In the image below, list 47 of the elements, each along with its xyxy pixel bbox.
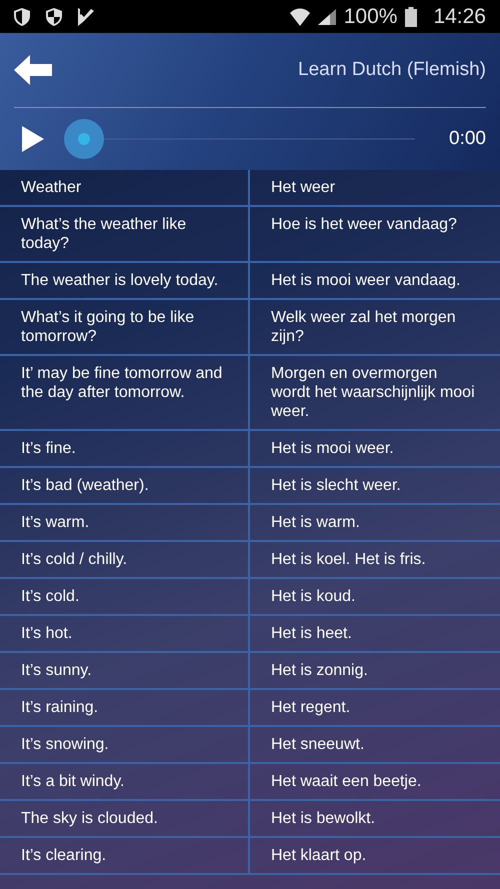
english-phrase[interactable]: The weather is lovely today. xyxy=(0,263,250,298)
dutch-phrase[interactable]: Het sneeuwt. xyxy=(250,727,500,762)
dutch-phrase[interactable]: Het regent. xyxy=(250,690,500,725)
dutch-phrase[interactable]: Welk weer zal het morgen zijn? xyxy=(250,300,500,354)
english-phrase[interactable]: It’s hot. xyxy=(0,616,250,651)
english-phrase[interactable]: It’s a bit windy. xyxy=(0,764,250,799)
english-phrase[interactable]: It’s clearing. xyxy=(0,838,250,873)
english-phrase[interactable]: It’s cold. xyxy=(0,579,250,614)
back-arrow-icon[interactable] xyxy=(14,55,52,85)
dutch-phrase[interactable]: Het is koud. xyxy=(250,579,500,614)
english-phrase[interactable]: What’s the weather like today? xyxy=(0,207,250,261)
playback-time: 0:00 xyxy=(449,126,486,151)
english-phrase[interactable]: It’s cold / chilly. xyxy=(0,542,250,577)
dutch-phrase[interactable]: Het is koel. Het is fris. xyxy=(250,542,500,577)
dutch-phrase[interactable]: Het is warm. xyxy=(250,505,500,540)
clock: 14:26 xyxy=(433,4,486,30)
wifi-icon xyxy=(290,8,310,26)
english-phrase[interactable]: It’s warm. xyxy=(0,505,250,540)
play-icon[interactable] xyxy=(22,126,44,152)
english-phrase[interactable]: It’s fine. xyxy=(0,431,250,466)
english-phrase[interactable]: The sky is clouded. xyxy=(0,801,250,836)
english-phrase[interactable]: What’s it going to be like tomorrow? xyxy=(0,300,250,354)
shield-icon xyxy=(46,8,62,26)
dutch-phrase[interactable]: Het waait een beetje. xyxy=(250,764,500,799)
dutch-phrase[interactable]: Morgen en overmorgen wordt het waarschijnlijk mooi weer. xyxy=(250,356,500,429)
dutch-phrase[interactable]: Het weer xyxy=(250,170,500,205)
dutch-phrase[interactable]: Het is mooi weer. xyxy=(250,431,500,466)
signal-icon xyxy=(318,8,336,24)
dutch-phrase[interactable]: Het is mooi weer vandaag. xyxy=(250,263,500,298)
dutch-phrase[interactable]: Het is zonnig. xyxy=(250,653,500,688)
app-title: Learn Dutch (Flemish) xyxy=(298,58,486,82)
dutch-phrase[interactable]: Het is bewolkt. xyxy=(250,801,500,836)
dutch-phrase[interactable]: Het is slecht weer. xyxy=(250,468,500,503)
dutch-phrase[interactable]: Hoe is het weer vandaag? xyxy=(250,207,500,261)
slider-thumb[interactable] xyxy=(64,119,104,159)
english-phrase[interactable]: It’s sunny. xyxy=(0,653,250,688)
english-phrase[interactable]: It’s raining. xyxy=(0,690,250,725)
dutch-phrase[interactable]: Het is heet. xyxy=(250,616,500,651)
english-phrase[interactable]: Weather xyxy=(0,170,250,205)
english-phrase[interactable]: It’s snowing. xyxy=(0,727,250,762)
dutch-phrase[interactable]: Het klaart op. xyxy=(250,838,500,873)
english-phrase[interactable]: It’ may be fine tomorrow and the day after tomorrow. xyxy=(0,356,250,429)
battery-percentage: 100% xyxy=(344,4,398,30)
english-phrase[interactable]: It’s bad (weather). xyxy=(0,468,250,503)
battery-icon xyxy=(405,6,418,26)
shield-icon xyxy=(14,8,30,26)
checkmark-icon xyxy=(78,8,94,26)
